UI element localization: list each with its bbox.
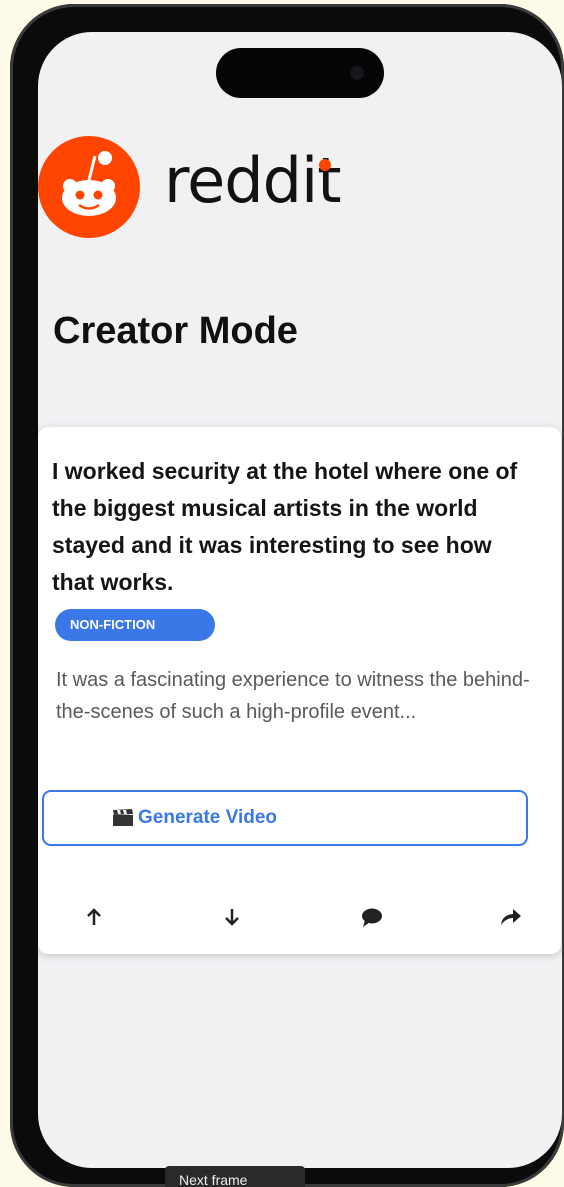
dynamic-island — [216, 48, 384, 98]
app-screen: reddit Creator Mode I worked security at… — [38, 32, 562, 1168]
reddit-wordmark: reddit — [164, 144, 342, 217]
phone-frame: reddit Creator Mode I worked security at… — [10, 4, 564, 1187]
generate-video-button[interactable]: Generate Video — [42, 790, 528, 846]
bottom-tab-label: Next frame — [179, 1172, 248, 1187]
arrow-up-icon[interactable] — [80, 903, 108, 931]
clapperboard-icon — [113, 809, 133, 826]
post-excerpt: It was a fascinating experience to witne… — [56, 669, 530, 723]
comment-icon[interactable] — [358, 903, 386, 931]
brand-header: reddit — [38, 136, 438, 242]
bottom-tab[interactable]: Next frame — [165, 1166, 305, 1187]
reddit-snoo-icon — [38, 136, 140, 238]
generate-video-label: Generate Video — [138, 807, 278, 828]
post-card[interactable]: I worked security at the hotel where one… — [38, 427, 561, 954]
genre-tag: NON-FICTION — [55, 609, 215, 641]
post-title[interactable]: I worked security at the hotel where one… — [52, 453, 532, 601]
share-icon[interactable] — [496, 903, 524, 931]
post-action-bar — [38, 897, 561, 937]
camera-icon — [350, 66, 364, 80]
wordmark-dot-icon — [319, 159, 331, 171]
arrow-down-icon[interactable] — [218, 903, 246, 931]
page-title: Creator Mode — [53, 310, 298, 352]
